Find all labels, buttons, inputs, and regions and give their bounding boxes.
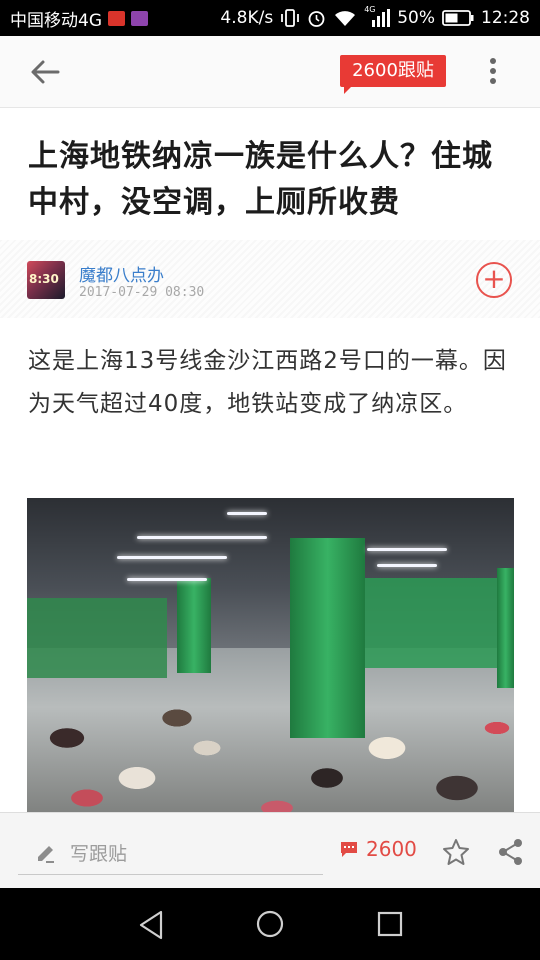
follow-author-button[interactable]: + xyxy=(476,262,512,298)
back-button[interactable] xyxy=(28,58,62,86)
nav-home-icon[interactable] xyxy=(256,910,284,938)
comments-count-button[interactable]: 2600 xyxy=(340,837,417,861)
comment-icon xyxy=(341,842,357,857)
back-arrow-icon xyxy=(31,60,60,84)
photo-light xyxy=(127,578,207,581)
photo-wall-left xyxy=(27,598,167,678)
share-button[interactable] xyxy=(498,838,524,870)
status-bar: 中国移动4G 4.8K/s 4G 50% 12:28 xyxy=(0,0,540,36)
share-icon xyxy=(499,839,522,865)
app-bar: 2600跟贴 xyxy=(0,36,540,108)
plus-icon: + xyxy=(482,262,506,295)
photo-light xyxy=(367,548,447,551)
article-title: 上海地铁纳凉一族是什么人？住城中村，没空调，上厕所收费 xyxy=(28,139,493,220)
bottom-action-bar: 写跟贴 2600 xyxy=(0,812,540,888)
carrier-group: 中国移动4G xyxy=(10,6,148,31)
system-nav-bar xyxy=(0,888,540,960)
carrier-label: 中国移动4G xyxy=(10,10,102,31)
follow-count-button[interactable]: 2600跟贴 xyxy=(340,55,446,94)
battery-percent: 50% xyxy=(397,8,435,28)
status-right: 4.8K/s 4G 50% 12:28 xyxy=(220,5,530,28)
photo-light xyxy=(377,564,437,567)
more-dot xyxy=(490,78,496,84)
network-speed: 4.8K/s xyxy=(220,8,274,28)
battery-icon xyxy=(442,10,474,26)
favorite-button[interactable] xyxy=(442,838,470,870)
publish-date: 2017-07-29 08:30 xyxy=(79,285,205,300)
article-photo[interactable] xyxy=(27,498,514,818)
more-dot xyxy=(490,68,496,74)
author-row: 魔都八点办 2017-07-29 08:30 + xyxy=(0,240,540,318)
nav-back-icon[interactable] xyxy=(138,910,164,940)
nav-recent-icon[interactable] xyxy=(377,911,403,937)
photo-light xyxy=(137,536,267,539)
photo-crowd xyxy=(27,668,514,818)
more-vert-icon xyxy=(490,58,496,64)
gallery-notification-icon xyxy=(131,10,148,26)
author-name[interactable]: 魔都八点办 xyxy=(79,261,164,286)
alarm-icon xyxy=(308,10,325,27)
photo-light xyxy=(227,512,267,515)
notification-app-icon xyxy=(108,10,125,26)
photo-pillar xyxy=(177,578,211,673)
clock: 12:28 xyxy=(481,8,530,28)
pencil-icon xyxy=(38,846,54,863)
author-avatar[interactable] xyxy=(27,261,65,299)
star-icon xyxy=(443,839,469,865)
signal-icon xyxy=(372,9,391,27)
more-options-button[interactable] xyxy=(486,58,500,86)
comment-placeholder: 写跟贴 xyxy=(70,843,128,865)
photo-light xyxy=(117,556,227,559)
vibrate-icon xyxy=(281,9,300,27)
article-body: 这是上海13号线金沙江西路2号口的一幕。因为天气超过40度，地铁站变成了纳凉区。 xyxy=(28,348,507,417)
write-comment-input[interactable]: 写跟贴 xyxy=(18,829,323,875)
comment-count: 2600 xyxy=(366,837,417,861)
signal-group: 4G xyxy=(364,5,391,27)
wifi-icon xyxy=(335,11,356,26)
